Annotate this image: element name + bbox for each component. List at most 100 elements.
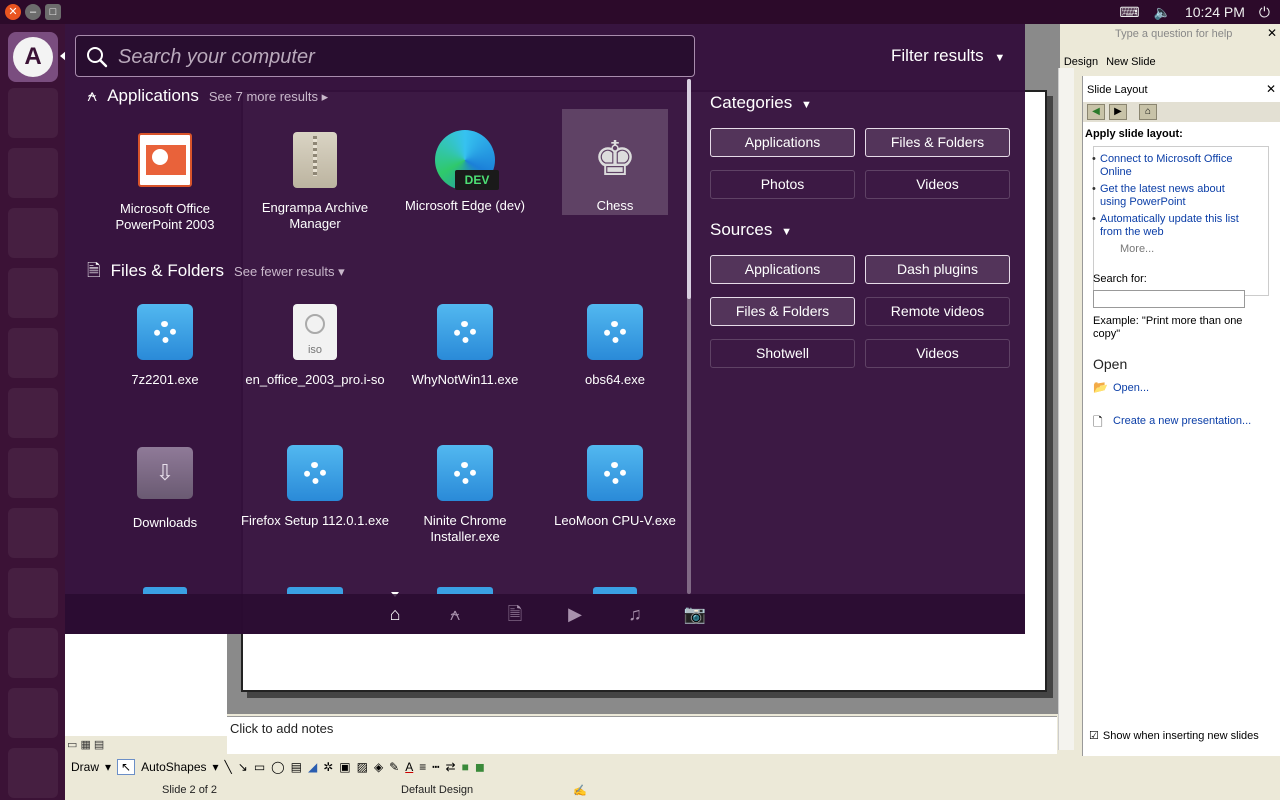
result-folder[interactable]: ⇩ Downloads [91, 443, 239, 531]
source-shotwell[interactable]: Shotwell [710, 339, 855, 368]
launcher-item-trash[interactable] [8, 748, 58, 798]
maximize-button[interactable]: □ [45, 4, 61, 20]
source-videos[interactable]: Videos [865, 339, 1010, 368]
video-lens-icon[interactable]: ▶ [563, 602, 587, 626]
dropdown-arrow-icon[interactable]: ▾ [213, 760, 219, 774]
checkbox-checked-icon[interactable]: ☑ [1089, 729, 1099, 742]
clipart-icon[interactable]: ▣ [339, 760, 350, 774]
result-engrampa[interactable]: Engrampa Archive Manager [241, 130, 389, 232]
line-icon[interactable]: ╲ [225, 760, 232, 774]
wordart-icon[interactable]: ◢ [308, 760, 317, 774]
back-icon[interactable]: ◀ [1087, 104, 1105, 120]
results-scroll-thumb[interactable] [687, 79, 691, 299]
more-link[interactable]: More... [1120, 243, 1154, 255]
new-presentation-link[interactable]: Create a new presentation... [1113, 415, 1251, 427]
categories-header[interactable]: Categories ▼ [710, 93, 812, 113]
launcher-item-impress[interactable] [8, 268, 58, 318]
result-file[interactable]: WhyNotWin11.exe [391, 302, 539, 388]
notes-pane[interactable]: Click to add notes [227, 716, 1057, 754]
link-latest-news[interactable]: Get the latest news about using PowerPoi… [1092, 183, 1250, 209]
launcher-item-calc[interactable] [8, 328, 58, 378]
open-link[interactable]: Open... [1113, 382, 1149, 394]
diagram-icon[interactable]: ✲ [323, 760, 333, 774]
select-pointer-icon[interactable]: ↖ [117, 759, 136, 775]
category-files-folders[interactable]: Files & Folders [865, 128, 1010, 157]
new-slide-button[interactable]: New Slide [1106, 56, 1156, 68]
volume-icon[interactable]: 🔈 [1154, 4, 1171, 21]
result-edge-dev[interactable]: DEV Microsoft Edge (dev) [391, 130, 539, 214]
photo-lens-icon[interactable]: 📷 [683, 602, 707, 626]
music-lens-icon[interactable]: ♫ [623, 602, 647, 626]
source-files-folders[interactable]: Files & Folders [710, 297, 855, 326]
result-file[interactable]: 7z2201.exe [91, 302, 239, 388]
design-button[interactable]: Design [1064, 56, 1098, 68]
minimize-button[interactable]: – [25, 4, 41, 20]
source-remote-videos[interactable]: Remote videos [865, 297, 1010, 326]
line-style-icon[interactable]: ≡ [419, 760, 426, 774]
search-for-input[interactable] [1093, 290, 1245, 308]
filter-results-button[interactable]: Filter results ▼ [891, 46, 1005, 66]
view-buttons[interactable]: ▭ ▦ ▤ [67, 738, 104, 751]
dropdown-arrow-icon[interactable]: ▾ [105, 760, 111, 774]
textbox-icon[interactable]: ▤ [291, 760, 302, 774]
launcher-item-writer[interactable] [8, 208, 58, 258]
launcher-item-folder[interactable] [8, 508, 58, 558]
clock[interactable]: 10:24 PM [1185, 4, 1245, 20]
result-file[interactable]: Firefox Setup 112.0.1.exe [241, 443, 389, 529]
keyboard-icon[interactable]: ⌨ [1119, 4, 1139, 21]
help-question-input[interactable]: Type a question for help [1115, 28, 1265, 40]
launcher-item-browser[interactable] [8, 148, 58, 198]
slide-count: Slide 2 of 2 [162, 784, 218, 796]
launcher-item-disc[interactable] [8, 388, 58, 438]
vertical-scrollbar[interactable] [1058, 68, 1074, 750]
shadow-icon[interactable]: ■ [462, 760, 469, 774]
font-color-icon[interactable]: A [405, 760, 413, 774]
search-box[interactable] [75, 35, 695, 77]
fill-color-icon[interactable]: ◈ [374, 760, 383, 774]
3d-icon[interactable]: ◼ [475, 760, 485, 774]
source-dash-plugins[interactable]: Dash plugins [865, 255, 1010, 284]
arrow-style-icon[interactable]: ⇄ [446, 760, 456, 774]
result-file[interactable]: iso en_office_2003_pro.i-so [241, 302, 389, 388]
dash-style-icon[interactable]: ┅ [432, 760, 439, 774]
autoshapes-button[interactable]: AutoShapes [141, 760, 206, 774]
launcher-item-monitor[interactable] [8, 568, 58, 618]
close-icon[interactable]: ✕ [1266, 82, 1276, 96]
close-button[interactable]: ✕ [5, 4, 21, 20]
result-file[interactable]: Ninite Chrome Installer.exe [391, 443, 539, 545]
launcher-item-powerpoint[interactable] [8, 688, 58, 738]
category-applications[interactable]: Applications [710, 128, 855, 157]
rectangle-icon[interactable]: ▭ [254, 760, 265, 774]
draw-menu-button[interactable]: Draw [71, 760, 99, 774]
forward-icon[interactable]: ▶ [1109, 104, 1127, 120]
launcher-item-7zip[interactable] [8, 628, 58, 678]
sources-header[interactable]: Sources ▼ [710, 220, 792, 240]
home-icon[interactable]: ⌂ [1139, 104, 1157, 120]
result-powerpoint[interactable]: Microsoft Office PowerPoint 2003 [91, 130, 239, 233]
dash-home-button[interactable]: A [8, 32, 58, 82]
category-photos[interactable]: Photos [710, 170, 855, 199]
home-lens-icon[interactable]: ⌂ [383, 602, 407, 626]
link-auto-update[interactable]: Automatically update this list from the … [1092, 213, 1250, 239]
search-input[interactable] [118, 42, 678, 72]
launcher-item-terminal[interactable] [8, 448, 58, 498]
show-when-option[interactable]: ☑ Show when inserting new slides [1089, 729, 1259, 743]
result-chess[interactable]: ♚ Chess [562, 109, 668, 215]
line-color-icon[interactable]: ✎ [389, 760, 399, 774]
source-applications[interactable]: Applications [710, 255, 855, 284]
applications-lens-icon: ⍲ [87, 86, 98, 105]
applications-lens-icon[interactable]: ⍲ [443, 602, 467, 626]
launcher-item-files[interactable] [8, 88, 58, 138]
result-file[interactable]: obs64.exe [541, 302, 689, 388]
link-connect-online[interactable]: Connect to Microsoft Office Online [1092, 153, 1250, 179]
see-more-results-link[interactable]: See 7 more results ▸ [209, 89, 328, 105]
picture-icon[interactable]: ▨ [357, 760, 368, 774]
power-icon[interactable]: ⏻ [1259, 4, 1270, 21]
category-videos[interactable]: Videos [865, 170, 1010, 199]
arrow-icon[interactable]: ↘ [238, 760, 248, 774]
close-icon[interactable]: ✕ [1267, 26, 1277, 40]
oval-icon[interactable]: ◯ [271, 760, 284, 774]
files-lens-icon[interactable]: 🗎 [503, 602, 527, 626]
result-file[interactable]: LeoMoon CPU-V.exe [541, 443, 689, 529]
see-fewer-results-link[interactable]: See fewer results ▾ [234, 264, 345, 280]
